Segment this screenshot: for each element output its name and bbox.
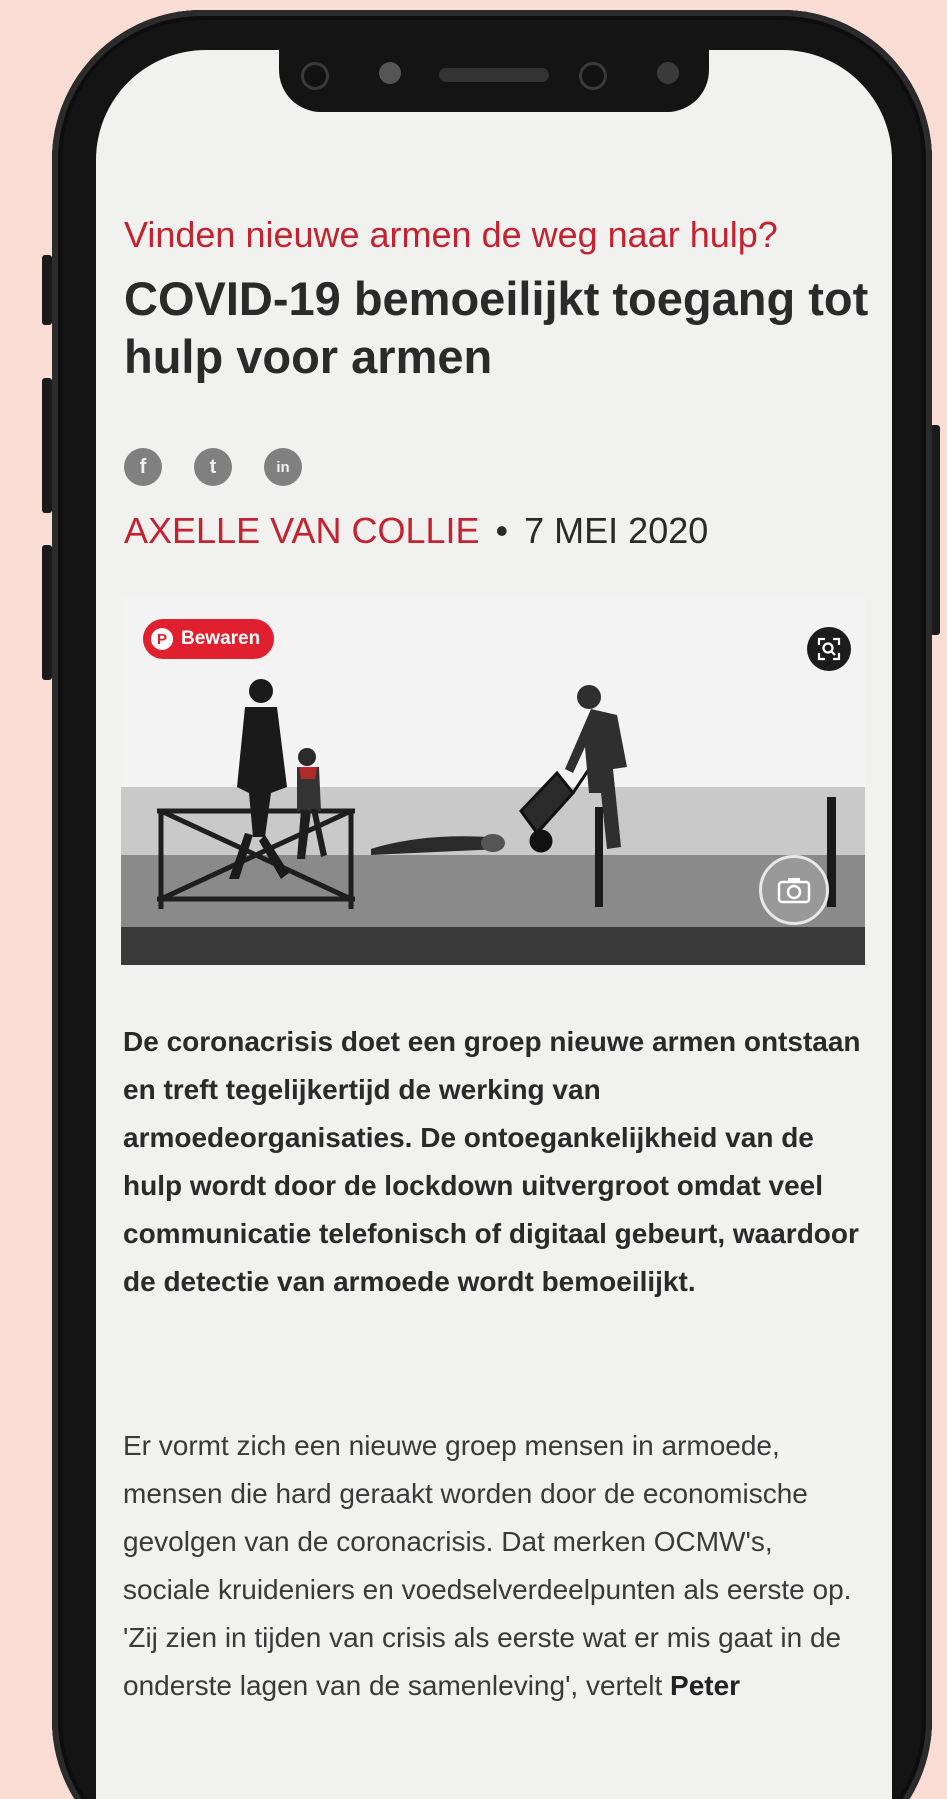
quoted-person-name: Peter — [670, 1670, 741, 1701]
pinterest-save-button[interactable]: P Bewaren — [143, 619, 275, 659]
volume-down-button — [42, 545, 52, 680]
linkedin-icon[interactable]: in — [264, 448, 302, 486]
facebook-icon[interactable]: f — [124, 448, 162, 486]
author-link[interactable]: AXELLE VAN COLLIE — [124, 510, 480, 551]
lens-search-icon — [817, 637, 841, 661]
face-id-camera-icon — [579, 62, 607, 90]
page-background: Vinden nieuwe armen de weg naar hulp? CO… — [0, 0, 947, 1799]
article-body: Er vormt zich een nieuwe groep mensen in… — [123, 1422, 863, 1710]
share-bar: f t in — [124, 448, 302, 486]
article-kicker: Vinden nieuwe armen de weg naar hulp? — [124, 214, 778, 255]
mute-switch — [42, 255, 52, 325]
proximity-sensor-icon — [657, 62, 679, 84]
photo-credit-button[interactable] — [759, 855, 829, 925]
volume-up-button — [42, 378, 52, 513]
byline-separator: • — [495, 510, 509, 551]
earpiece-speaker — [439, 68, 549, 82]
twitter-icon[interactable]: t — [194, 448, 232, 486]
camera-icon — [777, 878, 811, 904]
article-body-text: Er vormt zich een nieuwe groep mensen in… — [123, 1430, 852, 1701]
article-photo[interactable]: P Bewaren — [121, 597, 865, 965]
article-lead: De coronacrisis doet een groep nieuwe ar… — [123, 1026, 861, 1297]
publish-date: 7 MEI 2020 — [524, 510, 709, 551]
pinterest-icon: P — [151, 628, 173, 650]
sensor-icon — [379, 62, 401, 84]
article-byline: AXELLE VAN COLLIE • 7 MEI 2020 — [124, 510, 708, 552]
article-headline: COVID-19 bemoeilijkt toegang tot hulp vo… — [124, 272, 869, 383]
visual-search-button[interactable] — [807, 627, 851, 671]
front-camera-icon — [301, 62, 329, 90]
save-label: Bewaren — [181, 628, 261, 649]
phone-notch — [279, 40, 709, 112]
